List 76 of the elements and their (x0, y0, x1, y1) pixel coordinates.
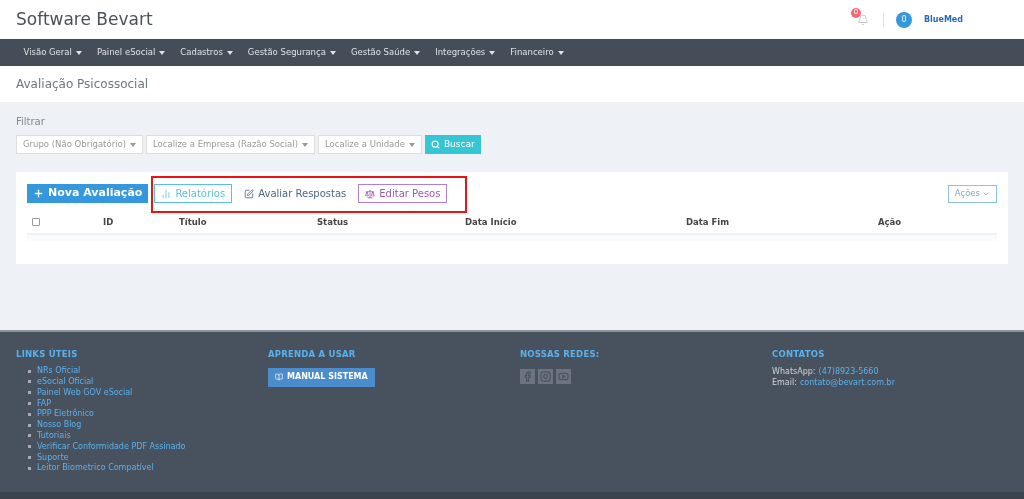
footer-link[interactable]: FAP (37, 397, 52, 410)
column-header: Título (179, 215, 208, 229)
bullet-icon (28, 445, 31, 449)
section-heading: NOSSAS REDES: (520, 348, 601, 361)
footer-link[interactable]: PPP Eletrônico (37, 408, 94, 421)
section-heading: LINKS ÚTEIS (16, 348, 79, 361)
facebook-icon[interactable] (520, 368, 535, 384)
search-icon (430, 140, 440, 149)
nav-menu-item[interactable]: Integrações (427, 46, 503, 59)
caret-icon (408, 142, 415, 147)
instagram-icon[interactable] (538, 368, 553, 384)
caret-icon (301, 142, 308, 147)
caret-icon (226, 50, 233, 55)
filter-dropdown[interactable]: Localize a Unidade (317, 135, 422, 154)
caret-icon (557, 50, 564, 55)
manual-button[interactable]: MANUAL SISTEMA (268, 367, 375, 387)
nav-menu-item[interactable]: Financeiro (502, 46, 572, 59)
bullet-icon (28, 466, 31, 470)
caret-icon (329, 50, 336, 55)
column-header: Data Início (465, 215, 518, 229)
column-header: Data Fim (686, 215, 731, 229)
contact-link[interactable]: contato@bevart.com.br (799, 376, 895, 388)
youtube-icon[interactable] (556, 368, 571, 384)
logo-text: BlueMed (923, 13, 963, 26)
nav-menu-item[interactable]: Painel eSocial (89, 46, 173, 59)
column-header: Status (317, 215, 350, 229)
contact-label: Email: (772, 376, 797, 388)
contact-label: WhatsApp: (772, 365, 816, 377)
bullet-icon (28, 456, 31, 459)
page-title: Avaliação Psicossocial (16, 76, 149, 93)
caret-icon (130, 142, 136, 147)
nav-menu-item[interactable]: Visão Geral (16, 46, 90, 59)
caret-icon (414, 50, 421, 55)
nav-menu-item[interactable]: Gestão Saúde (343, 46, 428, 59)
bullet-icon (28, 402, 31, 406)
bullet-icon (28, 369, 31, 373)
bullet-icon (28, 391, 31, 395)
book-icon (275, 373, 283, 382)
footer-link[interactable]: eSocial Oficial (37, 375, 94, 388)
footer-link[interactable]: Nosso Blog (37, 419, 82, 432)
bullet-icon (28, 434, 31, 438)
filter-dropdown[interactable]: Grupo (Não Obrigatório) (16, 135, 143, 154)
nav-menu-item[interactable]: Cadastros (172, 46, 241, 59)
reports-button[interactable]: Relatórios (154, 184, 233, 203)
user-avatar[interactable]: 0 (895, 11, 912, 28)
caret-icon (159, 50, 166, 55)
app-title: Software Bevart (16, 7, 153, 31)
edit-weights-button[interactable]: Editar Pesos (358, 184, 448, 203)
search-button[interactable]: Buscar (424, 135, 481, 154)
plus-icon (33, 188, 44, 199)
bullet-icon (28, 412, 31, 416)
section-heading: APRENDA A USAR (268, 348, 357, 361)
actions-dropdown[interactable]: Ações (947, 184, 997, 203)
footer-link[interactable]: Suporte (37, 451, 69, 464)
footer-link[interactable]: Tutoriais (37, 429, 71, 442)
footer-link[interactable]: Leitor Biometrico Compatível (37, 462, 154, 475)
column-header: ID (103, 215, 115, 229)
scale-icon (365, 188, 376, 199)
section-heading: CONTATOS (772, 348, 826, 361)
evaluate-answers-button[interactable]: Avaliar Respostas (238, 184, 353, 203)
caret-icon (75, 50, 82, 55)
column-header: Ação (878, 215, 902, 229)
filter-dropdown[interactable]: Localize a Empresa (Razão Social) (146, 135, 315, 154)
bar-chart-icon (161, 188, 172, 199)
caret-icon (489, 50, 496, 55)
filter-label: Filtrar (16, 115, 46, 129)
footer-link[interactable]: Painel Web GOV eSocial (37, 386, 133, 399)
footer-link[interactable]: Verificar Conformidade PDF Assinado (37, 440, 186, 453)
bullet-icon (28, 380, 31, 384)
footer-link[interactable]: NRs Oficial (37, 365, 81, 378)
new-evaluation-button[interactable]: Nova Avaliação (27, 184, 149, 203)
select-all-checkbox[interactable] (32, 218, 40, 226)
bullet-icon (28, 423, 31, 427)
contact-link[interactable]: (47)8923-5660 (818, 365, 879, 377)
edit-icon (244, 188, 255, 199)
nav-menu-item[interactable]: Gestão Segurança (240, 46, 344, 59)
